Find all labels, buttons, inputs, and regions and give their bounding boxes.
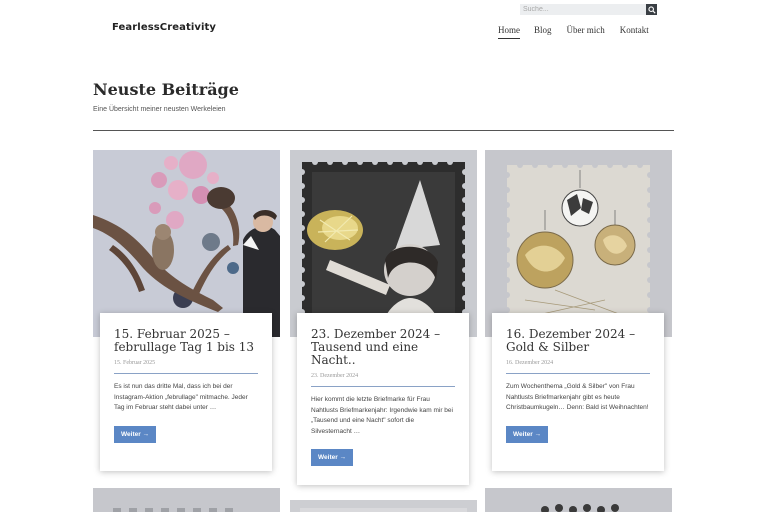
post-separator [506,373,650,374]
post-separator [114,373,258,374]
nav-item-about[interactable]: Über mich [567,25,605,39]
post-image-next-3[interactable] [485,488,672,512]
post-separator [311,386,455,387]
post-title[interactable]: 16. Dezember 2024 – Gold & Silber [506,328,650,354]
post-date: 16. Dezember 2024 [506,360,554,366]
read-more-button[interactable]: Weiter → [311,449,354,466]
post-excerpt: Hier kommt die letzte Briefmarke für Fra… [311,396,453,435]
main-nav: Home Blog Über mich Kontakt [498,25,649,39]
post-image-next-1[interactable] [93,488,280,512]
post-date: 23. Dezember 2024 [311,373,359,379]
page-subtitle: Eine Übersicht meiner neusten Werkeleien [93,106,226,113]
post-title[interactable]: 15. Februar 2025 – februllage Tag 1 bis … [114,328,258,354]
read-more-button[interactable]: Weiter → [506,425,549,443]
post-card: 23. Dezember 2024 – Tausend und eine Nac… [297,313,469,485]
nav-item-home[interactable]: Home [498,25,520,39]
nav-item-contact[interactable]: Kontakt [620,25,649,39]
post-card: 16. Dezember 2024 – Gold & Silber 16. De… [492,313,664,471]
post-excerpt: Zum Wochenthema „Gold & Silber" von Frau… [506,383,649,411]
title-divider [93,130,674,131]
page-title: Neuste Beiträge [93,80,239,99]
post-title[interactable]: 23. Dezember 2024 – Tausend und eine Nac… [311,328,455,367]
search-icon [647,5,656,14]
post-card: 15. Februar 2025 – februllage Tag 1 bis … [100,313,272,471]
search-button[interactable] [646,4,657,15]
post-excerpt: Es ist nun das dritte Mal, dass ich bei … [114,383,248,411]
search-form [520,4,657,15]
post-date: 15. Februar 2025 [114,360,156,366]
search-input[interactable] [520,4,646,15]
post-image-gold-und-silber[interactable] [485,150,672,337]
post-image-next-2[interactable] [290,500,477,512]
read-more-button[interactable]: Weiter → [114,425,157,443]
post-image-tausend-und-eine-nacht[interactable] [290,150,477,337]
nav-item-blog[interactable]: Blog [534,25,552,39]
post-image-februllage[interactable] [93,150,280,337]
site-logo[interactable]: FearlessCreativity [112,22,216,33]
